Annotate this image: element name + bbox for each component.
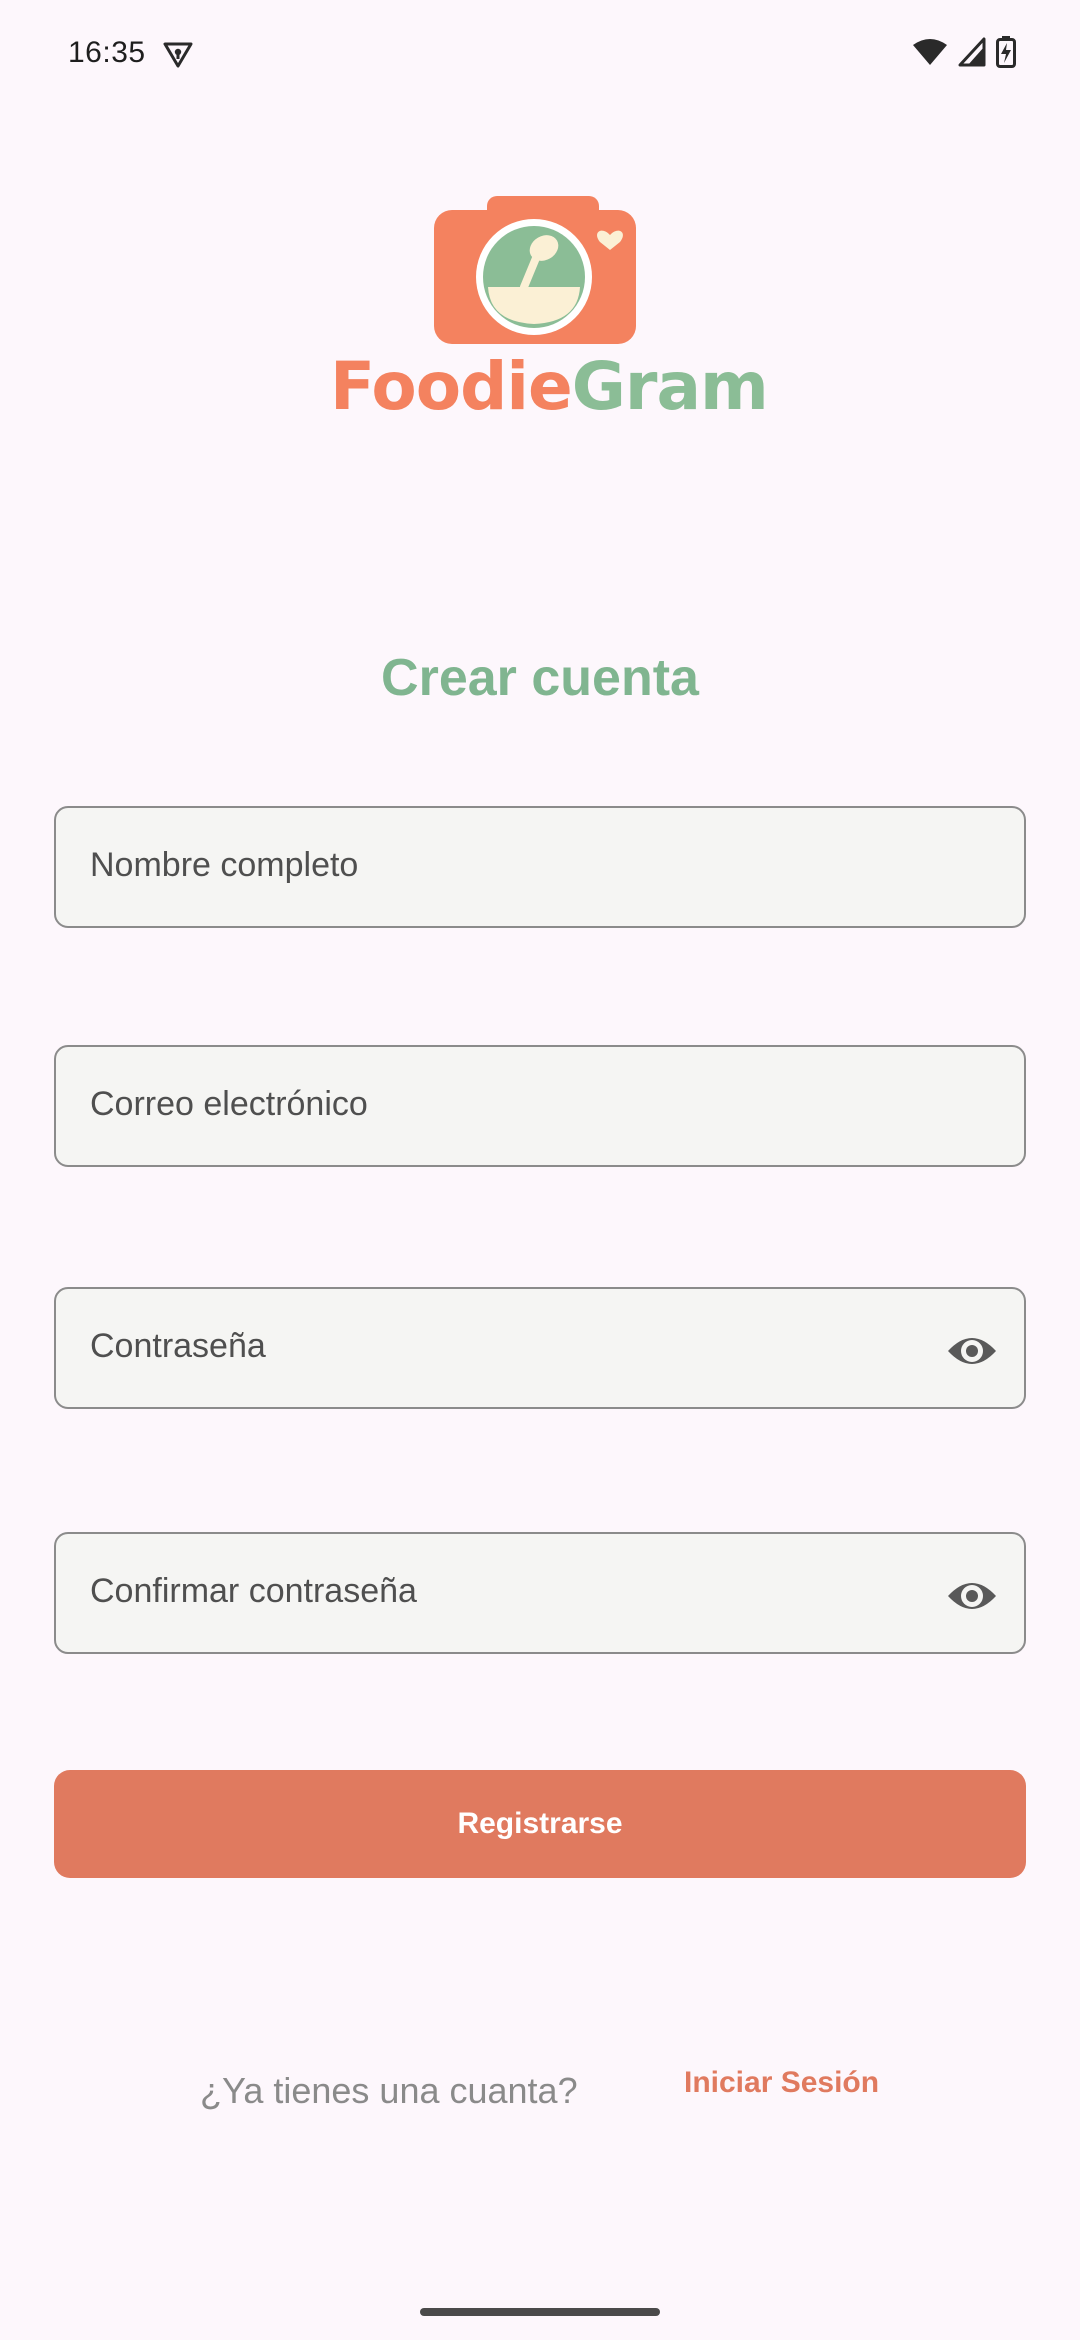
confirm-password-label: Confirmar contraseña (90, 1572, 417, 1610)
cell-signal-icon (958, 37, 986, 72)
logo-text-gram: Gram (571, 348, 769, 425)
app-logo: FoodieGram (330, 188, 769, 428)
login-link[interactable]: Iniciar Sesión (684, 2066, 879, 2100)
email-label: Correo electrónico (90, 1085, 368, 1123)
vpn-key-icon (162, 38, 194, 75)
battery-charging-icon (996, 36, 1016, 73)
confirm-password-field[interactable]: Confirmar contraseña (54, 1532, 1026, 1654)
page-title: Crear cuenta (381, 649, 699, 707)
status-time: 16:35 (68, 36, 146, 69)
already-have-account-text: ¿Ya tienes una cuanta? (200, 2070, 578, 2111)
eye-icon[interactable] (946, 1570, 998, 1622)
status-icons (912, 36, 1016, 73)
logo-text-foodie: Foodie (330, 348, 573, 425)
home-indicator[interactable] (420, 2308, 660, 2316)
email-field[interactable]: Correo electrónico (54, 1045, 1026, 1167)
register-button[interactable]: Registrarse (54, 1770, 1026, 1878)
wifi-icon (912, 37, 948, 72)
password-field[interactable]: Contraseña (54, 1287, 1026, 1409)
register-button-label: Registrarse (457, 1807, 623, 1840)
eye-icon[interactable] (946, 1325, 998, 1377)
status-bar: 16:35 (0, 0, 1080, 110)
camera-bowl-icon (432, 188, 648, 353)
password-label: Contraseña (90, 1327, 266, 1365)
full-name-field[interactable]: Nombre completo (54, 806, 1026, 928)
logo-text: FoodieGram (330, 348, 769, 425)
full-name-label: Nombre completo (90, 846, 359, 884)
